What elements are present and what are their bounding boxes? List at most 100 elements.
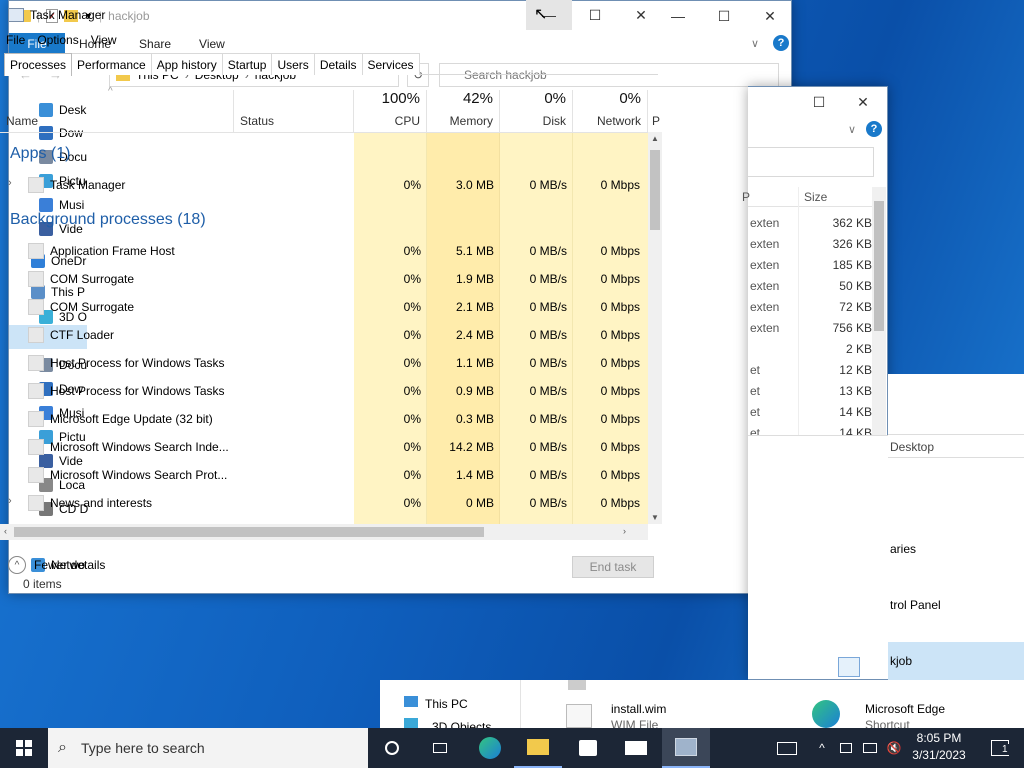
column-header-cpu[interactable]: 100% CPU [354,90,427,132]
close-button[interactable]: ✕ [840,87,886,117]
tab-startup[interactable]: Startup [221,53,273,75]
fewer-details-button[interactable]: ^ Fewer details [8,556,105,574]
file-row[interactable]: et 13 KB [748,381,872,401]
process-icon [28,327,44,343]
process-row[interactable]: Microsoft Edge Update (32 bit) 0% 0.3 MB 0 … [0,405,648,433]
process-row[interactable]: › Task Manager 0% 3.0 MB 0 MB/s 0 Mbps [0,171,648,199]
explorer-nav-pane-fragment: Desktop aries trol Panel kjob [888,374,1024,728]
file-icon-partial [568,680,586,690]
chevron-down-icon[interactable]: ∨ [751,37,759,50]
search-box[interactable] [748,147,874,177]
file-type-cell: et [750,384,761,398]
tab-services[interactable]: Services [361,53,420,75]
column-header-network[interactable]: 0% Network [573,90,648,132]
column-header-disk[interactable]: 0% Disk [500,90,573,132]
nav-3d-objects[interactable]: 3D Objects [432,720,491,728]
process-row[interactable]: Host Process for Windows Tasks 0% 0.9 MB 0 … [0,377,648,405]
process-row[interactable]: › News and interests 0% 0 MB 0 MB/s 0 Mbps [0,489,648,517]
cortana-icon[interactable] [368,728,416,768]
column-header-memory[interactable]: 42% Memory [427,90,500,132]
file-row[interactable]: exten 185 KB [748,255,872,275]
column-header-status[interactable]: Status [234,90,354,132]
chevron-right-icon[interactable]: › [8,495,12,507]
chevron-down-icon[interactable]: ∨ [848,123,856,136]
process-memory: 0.3 MB [455,412,494,426]
process-network: 0 Mbps [600,244,640,258]
file-row[interactable]: 2 KB [748,339,872,359]
camera-icon[interactable] [836,728,856,768]
mail-icon[interactable] [612,728,660,768]
file-row[interactable]: exten 326 KB [748,234,872,254]
menu-view[interactable]: View [85,30,123,50]
process-row[interactable]: CTF Loader 0% 2.4 MB 0 MB/s 0 Mbps [0,321,648,349]
column-header-partial[interactable]: P [648,90,662,132]
end-task-button[interactable]: End task [572,556,654,578]
edge-taskbar-icon[interactable] [466,728,514,768]
start-button[interactable] [0,728,48,768]
close-button[interactable]: ✕ [747,1,793,31]
tab-performance[interactable]: Performance [71,53,152,75]
network-icon[interactable] [860,728,880,768]
notification-count: 1 [1000,744,1010,755]
process-name: Host Process for Windows Tasks [50,384,225,398]
process-row[interactable]: Host Process for Windows Tasks 0% 1.1 MB 0 … [0,349,648,377]
details-view-icon[interactable] [838,657,860,677]
explorer-window-secondary[interactable]: ☐ ✕ ∨ ? P Size exten 362 KB exten 326 KB ext… [742,86,888,680]
file-row[interactable]: exten 756 KB [748,318,872,338]
help-icon[interactable]: ? [773,35,789,51]
file-row[interactable]: et 12 KB [748,360,872,380]
ribbon-tab-share[interactable]: Share [125,33,185,55]
taskbar-search-box[interactable]: ⌕ Type here to search [48,728,368,768]
process-row[interactable]: Application Frame Host 0% 5.1 MB 0 MB/s 0 Mb… [0,237,648,265]
nav-desktop[interactable]: Desktop [890,440,934,454]
task-view-icon[interactable] [416,728,464,768]
nav-control-panel[interactable]: trol Panel [890,598,941,612]
file-size-cell: 2 KB [845,342,872,356]
process-row[interactable]: COM Surrogate 0% 1.9 MB 0 MB/s 0 Mbps [0,265,648,293]
file-row[interactable]: exten 72 KB [748,297,872,317]
maximize-button[interactable]: ☐ [796,87,842,117]
notification-center-button[interactable]: 1 [976,728,1024,768]
tab-processes[interactable]: Processes [4,53,73,76]
column-header-name[interactable]: Name [0,90,234,132]
file-row[interactable]: et 14 KB [748,402,872,422]
process-row[interactable]: Microsoft Windows Search Inde... 0% 14.2 M… [0,433,648,461]
maximize-button[interactable]: ☐ [701,1,747,31]
process-cpu: 0% [403,244,421,258]
nav-libraries[interactable]: aries [890,542,916,556]
process-row[interactable]: COM Surrogate 0% 2.1 MB 0 MB/s 0 Mbps [0,293,648,321]
file-explorer-taskbar-icon[interactable] [514,728,562,768]
ribbon-tab-view[interactable]: View [185,33,239,55]
chevron-up-icon[interactable]: ^ [812,728,832,768]
menu-options[interactable]: Options [31,30,84,50]
process-row[interactable]: Microsoft Windows Search Prot... 0% 1.4 MB… [0,461,648,489]
chevron-right-icon[interactable]: › [8,177,12,189]
nav-this-pc[interactable]: This PC [425,697,468,711]
clock-time[interactable]: 8:05 PM [908,731,970,745]
column-header-partial[interactable]: P [742,190,750,204]
task-manager-taskbar-icon[interactable] [662,728,710,768]
file-row[interactable]: exten 362 KB [748,213,872,233]
file-name[interactable]: install.wim [611,702,666,716]
file-type-cell: exten [750,300,780,314]
horizontal-scrollbar[interactable]: ‹ › [0,524,648,540]
clock-date[interactable]: 3/31/2023 [908,748,970,762]
file-row[interactable]: exten 50 KB [748,276,872,296]
maximize-button[interactable]: ☐ [572,0,618,30]
vertical-scrollbar[interactable]: ▲ ▼ [648,132,662,524]
help-icon[interactable]: ? [866,121,882,137]
process-name: Microsoft Windows Search Prot... [50,468,228,482]
close-button[interactable]: ✕ [618,0,664,30]
menu-file[interactable]: File [0,30,31,50]
keyboard-icon[interactable] [772,728,802,768]
tab-app-history[interactable]: App history [150,53,223,75]
volume-muted-icon[interactable]: 🔇 [884,728,904,768]
process-memory: 1.9 MB [455,272,494,286]
store-icon[interactable] [564,728,612,768]
process-name: COM Surrogate [50,300,135,314]
column-header-size[interactable]: Size [804,190,827,204]
minimize-button[interactable]: — [526,0,572,30]
tab-users[interactable]: Users [271,53,315,75]
edge-shortcut-name[interactable]: Microsoft Edge [865,702,945,716]
tab-details[interactable]: Details [313,53,363,75]
